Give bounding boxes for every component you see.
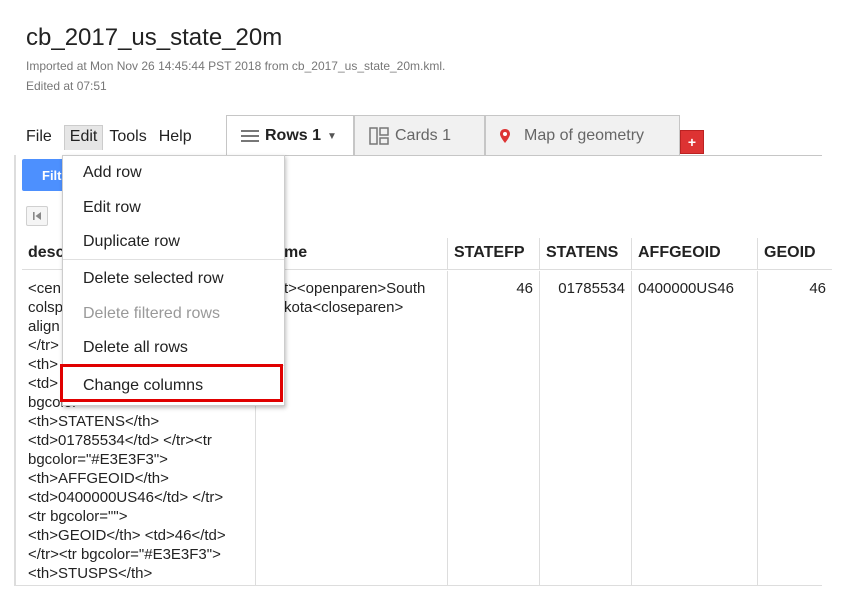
menu-file[interactable]: File — [26, 126, 58, 150]
description-line: <th>AFFGEOID</th> — [28, 470, 169, 487]
menubar: File Edit Tools Help — [26, 125, 204, 150]
description-line: <th>STUSPS</th> — [28, 565, 153, 582]
description-line: </tr><tr bgcolor="#E3E3F3"> — [28, 546, 221, 563]
menu-help[interactable]: Help — [159, 126, 198, 150]
tab-map-label: Map of geometry — [524, 126, 645, 144]
menu-item-duplicate-row[interactable]: Duplicate row — [83, 233, 180, 251]
table-title: cb_2017_us_state_20m — [26, 24, 283, 51]
column-header-affgeoid[interactable]: AFFGEOID — [632, 238, 758, 270]
cell-statens[interactable]: 01785534 — [540, 271, 632, 585]
cell-statefp[interactable]: 46 — [448, 271, 540, 585]
map-pin-icon — [500, 128, 510, 143]
menu-item-delete-selected-row[interactable]: Delete selected row — [83, 270, 224, 288]
cards-icon — [369, 126, 389, 145]
tab-cards-label: Cards 1 — [395, 126, 452, 144]
edit-info: Edited at 07:51 — [26, 79, 107, 93]
list-icon — [241, 129, 259, 143]
first-page-icon[interactable] — [26, 206, 48, 226]
menu-separator — [63, 259, 284, 260]
add-tab-button[interactable]: + — [680, 130, 704, 154]
tab-divider — [226, 155, 822, 156]
description-line: <th>GEOID</th> <td>46</td> — [28, 527, 226, 544]
description-line: <th>STATENS</th> — [28, 413, 160, 430]
cell-geoid[interactable]: 46 — [758, 271, 832, 585]
column-header-statens[interactable]: STATENS — [540, 238, 632, 270]
panel-edge — [14, 155, 16, 585]
tab-map[interactable]: Map of geometry — [485, 115, 680, 155]
import-info: Imported at Mon Nov 26 14:45:44 PST 2018… — [26, 59, 446, 73]
menu-item-delete-all-rows[interactable]: Delete all rows — [83, 339, 188, 357]
description-line: <tr bgcolor=""> — [28, 508, 128, 525]
column-header-geoid[interactable]: GEOID — [758, 238, 832, 270]
view-tabs: Rows 1 ▼ Cards 1 Map of geometry — [226, 115, 680, 156]
description-line: bgcolor="#E3E3F3"> — [28, 451, 168, 468]
tab-rows[interactable]: Rows 1 ▼ — [226, 115, 354, 156]
tab-cards[interactable]: Cards 1 — [354, 115, 485, 155]
table-bottom-border — [14, 585, 822, 586]
cell-affgeoid[interactable]: 0400000US46 — [632, 271, 758, 585]
caret-down-icon[interactable]: ▼ — [327, 131, 337, 142]
menu-tools[interactable]: Tools — [109, 126, 152, 150]
menu-item-delete-filtered-rows: Delete filtered rows — [83, 305, 220, 322]
description-line: <td>0400000US46</td> </tr> — [28, 489, 224, 506]
column-header-statefp[interactable]: STATEFP — [448, 238, 540, 270]
menu-edit[interactable]: Edit — [63, 125, 104, 150]
highlight-change-columns — [60, 364, 283, 402]
tab-rows-label: Rows 1 — [265, 127, 322, 144]
menu-item-edit-row[interactable]: Edit row — [83, 199, 141, 217]
description-line: <td>01785534</td> </tr><tr — [28, 432, 212, 449]
menu-item-add-row[interactable]: Add row — [83, 164, 142, 182]
